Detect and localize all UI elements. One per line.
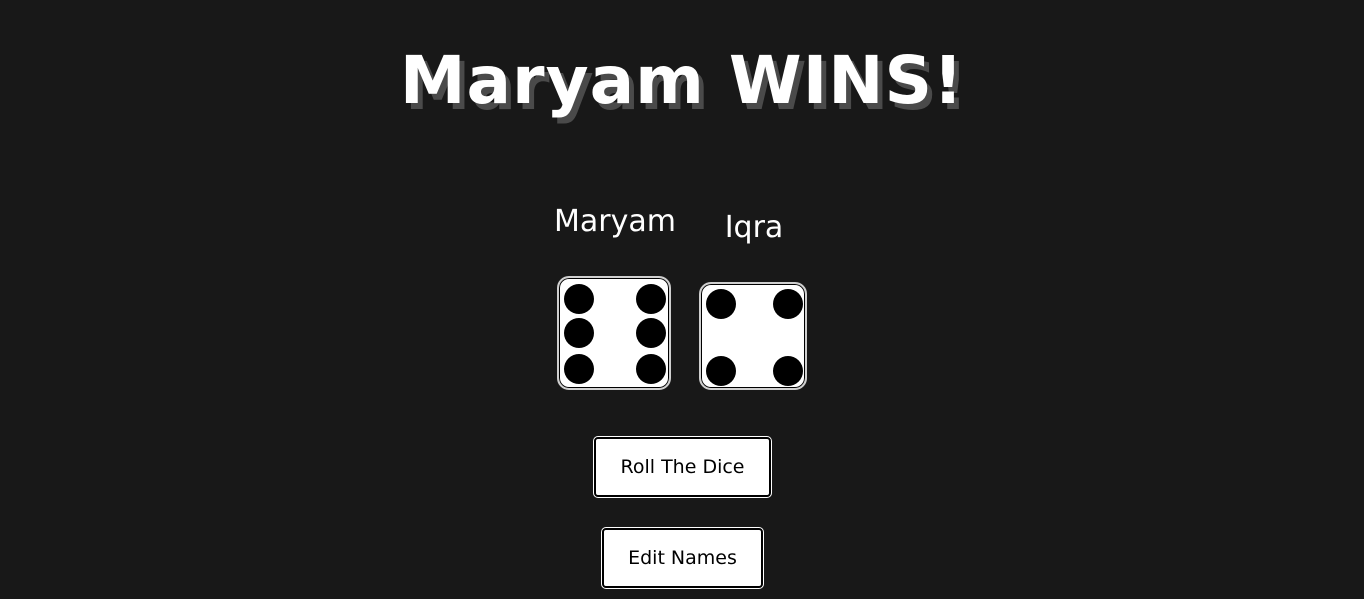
die-pip bbox=[773, 289, 803, 319]
player-2-die bbox=[699, 282, 807, 390]
die-pip bbox=[636, 318, 666, 348]
roll-dice-button[interactable]: Roll The Dice bbox=[594, 437, 771, 497]
die-pip bbox=[636, 354, 666, 384]
winner-title: Maryam WINS! bbox=[399, 42, 965, 119]
player-1-name: Maryam bbox=[554, 204, 676, 239]
die-pip bbox=[773, 356, 803, 386]
player-2-name-wrap: Iqra bbox=[696, 210, 812, 245]
die-pip bbox=[706, 356, 736, 386]
die-pip bbox=[564, 354, 594, 384]
die-pip bbox=[706, 289, 736, 319]
die-pip bbox=[564, 318, 594, 348]
player-1-die bbox=[557, 276, 671, 390]
player-1-name-wrap: Maryam bbox=[548, 204, 682, 239]
die-pip bbox=[564, 284, 594, 314]
die-pip bbox=[636, 284, 666, 314]
edit-names-button[interactable]: Edit Names bbox=[602, 528, 763, 588]
player-2-name: Iqra bbox=[724, 210, 784, 245]
